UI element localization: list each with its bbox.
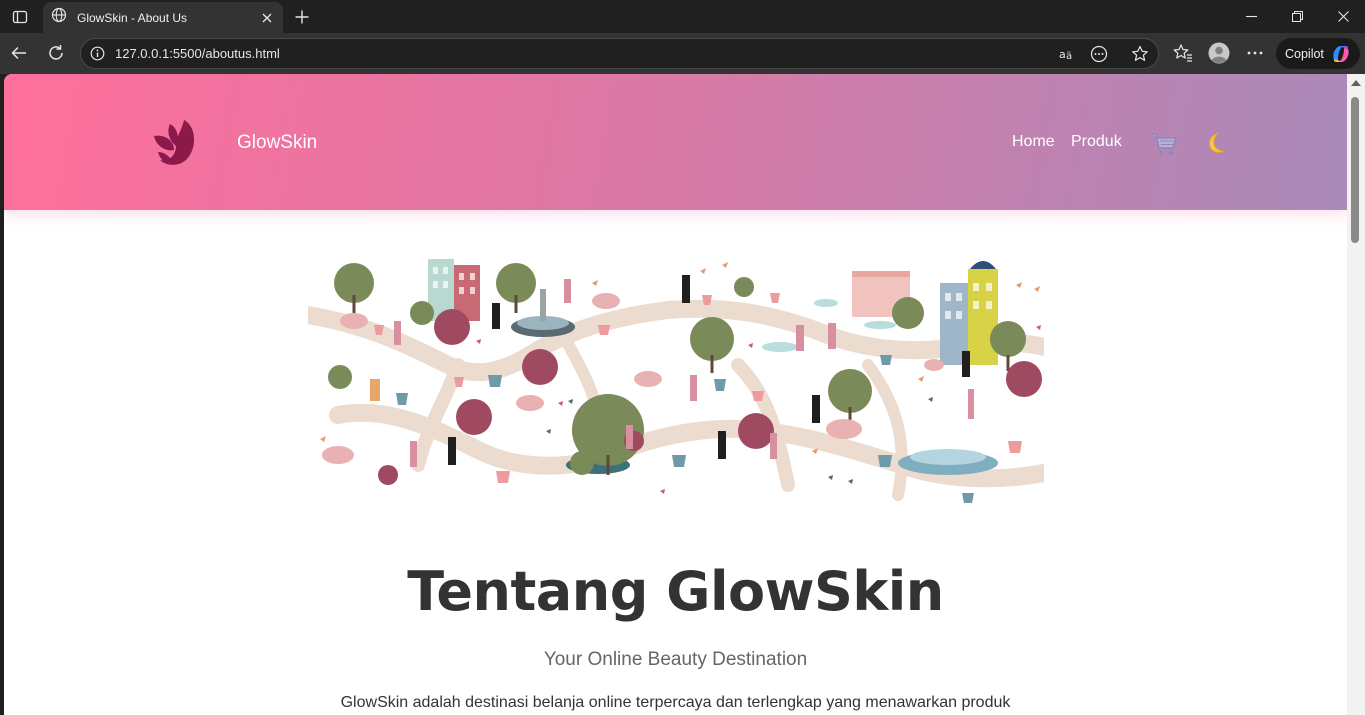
favorites-icon[interactable] (1168, 38, 1198, 68)
svg-text:a: a (1059, 48, 1066, 61)
more-tools-icon[interactable] (1090, 45, 1108, 68)
browser-tab[interactable]: GlowSkin - About Us (43, 2, 283, 33)
profile-avatar-icon[interactable] (1204, 38, 1234, 68)
browser-toolbar: 127.0.0.1:5500/aboutus.html aä Copilot (0, 33, 1365, 74)
tab-actions-icon[interactable] (0, 0, 40, 33)
back-icon[interactable] (4, 38, 34, 68)
page-scrollbar[interactable] (1347, 74, 1365, 715)
dark-mode-moon-icon[interactable] (1202, 130, 1228, 156)
tab-title: GlowSkin - About Us (77, 10, 188, 25)
settings-more-icon[interactable] (1240, 38, 1270, 68)
site-header: GlowSkin Home Produk (4, 74, 1347, 210)
minimize-icon[interactable] (1228, 0, 1274, 33)
info-icon[interactable] (90, 46, 105, 66)
glowskin-logo-icon[interactable] (150, 116, 202, 168)
reload-icon[interactable] (41, 38, 71, 68)
copilot-button[interactable]: Copilot (1276, 38, 1360, 69)
nav-link-produk[interactable]: Produk (1071, 133, 1122, 151)
scroll-up-arrow-icon[interactable] (1351, 80, 1361, 86)
hero-illustration (308, 259, 1044, 503)
cart-icon[interactable] (1150, 129, 1180, 159)
browser-title-bar: GlowSkin - About Us (0, 0, 1365, 33)
nav-link-home[interactable]: Home (1012, 133, 1055, 151)
brand-name[interactable]: GlowSkin (237, 132, 317, 154)
copilot-icon (1330, 43, 1352, 65)
close-tab-icon[interactable] (255, 6, 279, 30)
page-viewport: GlowSkin Home Produk Tentang GlowSkin Yo… (4, 74, 1347, 715)
scrollbar-thumb[interactable] (1351, 97, 1359, 243)
favorite-star-icon[interactable] (1131, 45, 1149, 68)
copilot-label: Copilot (1285, 46, 1324, 61)
close-window-icon[interactable] (1320, 0, 1365, 33)
new-tab-icon[interactable] (289, 4, 315, 30)
url-text: 127.0.0.1:5500/aboutus.html (115, 46, 280, 61)
page-subtitle: Your Online Beauty Destination (543, 649, 808, 670)
restore-icon[interactable] (1274, 0, 1320, 33)
intro-paragraph: GlowSkin adalah destinasi belanja online… (340, 694, 1011, 711)
address-bar[interactable]: 127.0.0.1:5500/aboutus.html aä (80, 38, 1159, 69)
read-aloud-icon[interactable]: aä (1059, 45, 1077, 68)
svg-text:ä: ä (1066, 51, 1072, 62)
globe-icon (51, 7, 67, 28)
page-title: Tentang GlowSkin (407, 560, 944, 623)
